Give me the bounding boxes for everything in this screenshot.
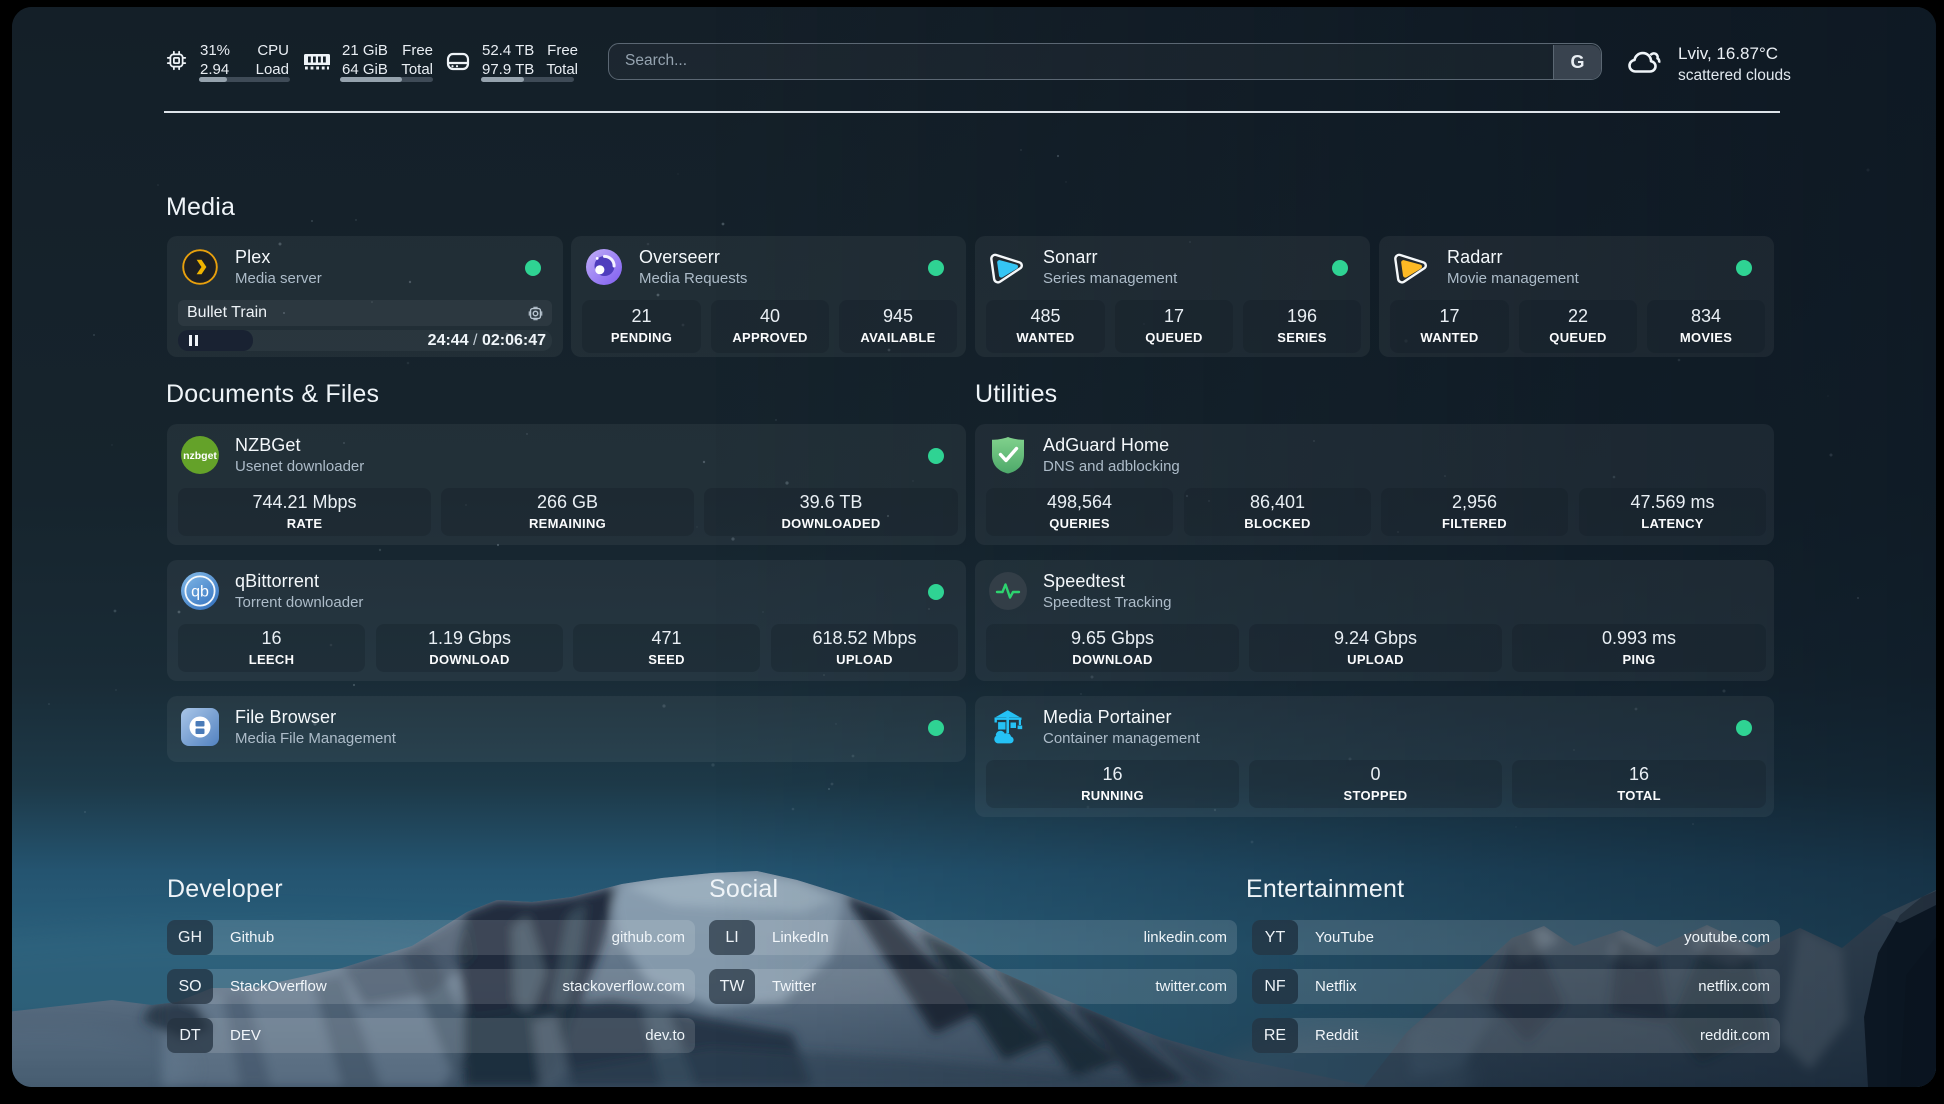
svg-text:nzbget: nzbget — [183, 450, 217, 462]
svg-text:qb: qb — [191, 584, 209, 601]
